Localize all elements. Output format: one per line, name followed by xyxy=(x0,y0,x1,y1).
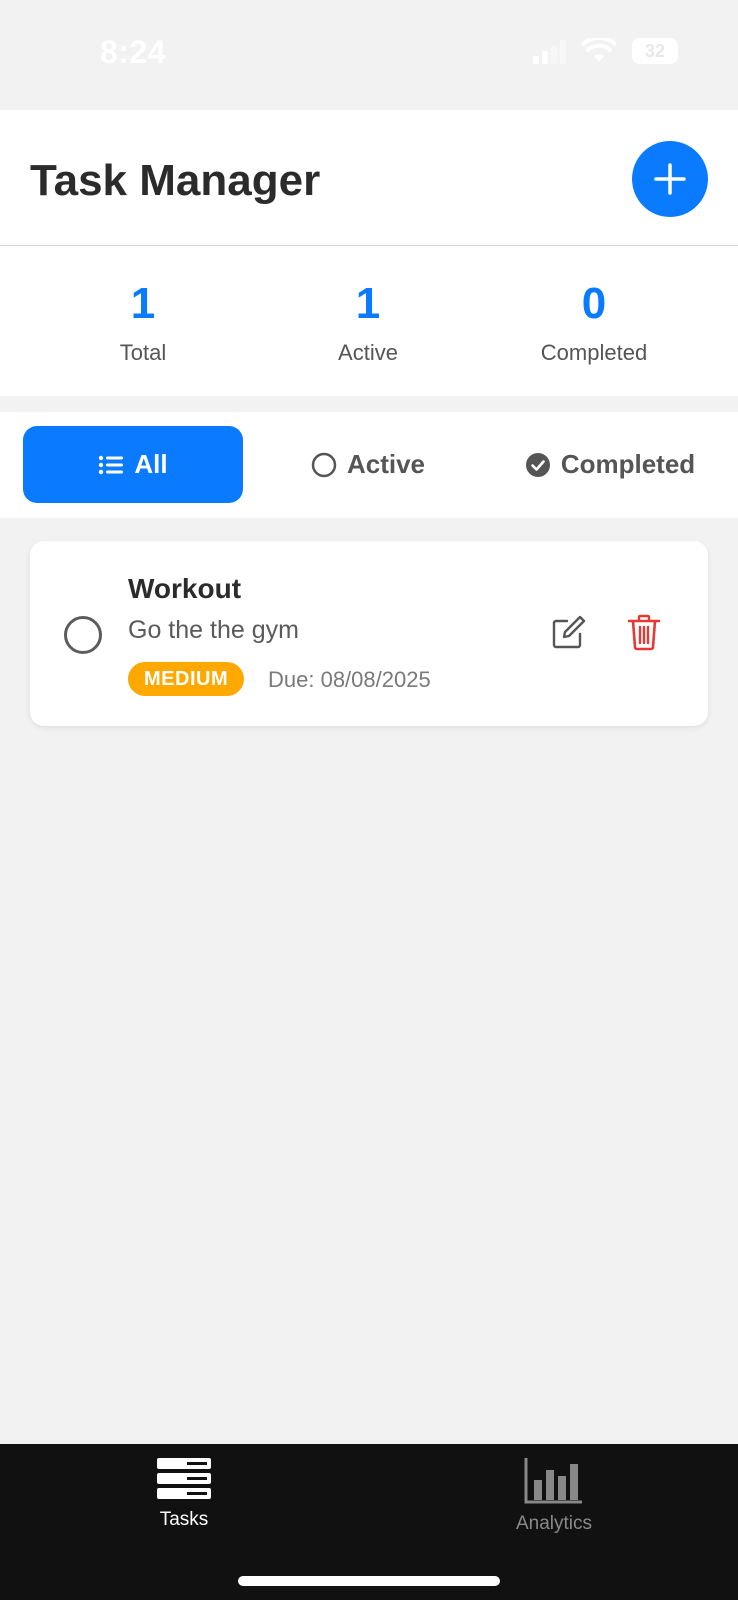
stat-active-label: Active xyxy=(338,340,398,365)
tab-analytics-label: Analytics xyxy=(515,1513,593,1534)
stat-completed: 0 Completed xyxy=(494,278,694,366)
tasks-icon xyxy=(157,1458,211,1499)
stat-total-value: 1 xyxy=(130,279,156,328)
stat-completed-label: Completed xyxy=(540,340,648,365)
task-description: Go the the gym xyxy=(128,616,299,644)
wifi-icon xyxy=(582,38,616,62)
task-title: Workout xyxy=(128,573,242,604)
battery-icon: 32 xyxy=(632,38,678,64)
filter-bar: All Active Completed xyxy=(0,412,738,518)
status-bar: 8:24 32 xyxy=(0,0,738,110)
status-icons: 32 xyxy=(533,38,678,64)
filter-active[interactable]: Active xyxy=(268,426,468,503)
circle-outline-icon xyxy=(311,452,337,477)
task-due-date: Due: 08/08/2025 xyxy=(268,667,431,692)
edit-icon xyxy=(552,615,586,649)
filter-completed[interactable]: Completed xyxy=(500,426,720,503)
tab-tasks[interactable]: Tasks xyxy=(104,1458,264,1531)
stat-active-value: 1 xyxy=(355,279,381,328)
filter-active-label: Active xyxy=(346,449,426,479)
plus-icon xyxy=(654,163,686,195)
cellular-signal-icon xyxy=(533,38,566,64)
trash-icon xyxy=(627,614,661,651)
app-header: Task Manager xyxy=(0,110,738,246)
edit-task-button[interactable] xyxy=(550,615,586,651)
home-indicator xyxy=(238,1576,500,1586)
task-card[interactable]: Workout Go the the gym MEDIUM Due: 08/08… xyxy=(30,541,708,726)
list-icon xyxy=(99,455,124,474)
stat-total-label: Total xyxy=(119,340,167,365)
page-title: Task Manager xyxy=(30,156,321,205)
tab-analytics[interactable]: Analytics xyxy=(474,1458,634,1535)
bar-chart-icon xyxy=(524,1458,582,1504)
stats-panel: 1 Total 1 Active 0 Completed xyxy=(0,246,738,396)
stat-total: 1 Total xyxy=(43,278,243,366)
filter-all-label: All xyxy=(134,449,168,479)
stat-completed-value: 0 xyxy=(581,279,607,328)
filter-all[interactable]: All xyxy=(23,426,243,503)
task-complete-checkbox[interactable] xyxy=(64,616,102,654)
add-task-button[interactable] xyxy=(632,141,708,217)
tab-tasks-label: Tasks xyxy=(159,1509,209,1530)
stat-active: 1 Active xyxy=(268,278,468,366)
delete-task-button[interactable] xyxy=(626,613,662,651)
check-circle-icon xyxy=(525,452,550,477)
filter-completed-label: Completed xyxy=(560,449,696,479)
status-time: 8:24 xyxy=(100,34,167,70)
priority-badge: MEDIUM xyxy=(128,662,245,696)
